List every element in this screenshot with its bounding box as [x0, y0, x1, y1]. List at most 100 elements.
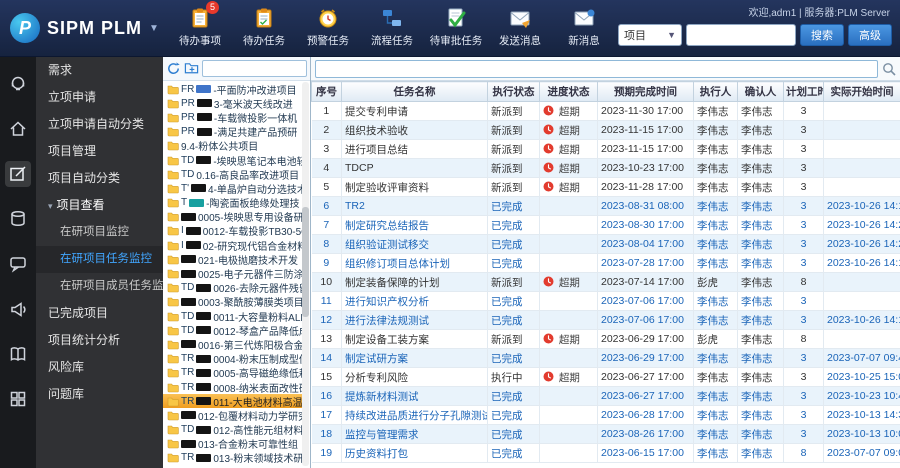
magnifier-icon[interactable] — [882, 62, 896, 76]
chevron-down-icon[interactable]: ▼ — [149, 23, 159, 34]
sidebar-item[interactable]: 项目管理 — [36, 138, 163, 165]
tree-item[interactable]: 013-合金粉末可靠性组 — [163, 437, 302, 451]
sidebar-item[interactable]: 在研项目任务监控 — [36, 246, 163, 273]
table-row[interactable]: 2 组织技术验收 新派到 超期 2023-11-15 17:00 李伟志 李伟志 3 — [311, 120, 900, 140]
table-row[interactable]: 8 组织验证测试移交 已完成 2023-08-04 17:00 李伟志 李伟志 3 2023-… — [311, 234, 900, 254]
tree-item[interactable]: 0003-聚酰胺薄膜类项目 — [163, 295, 302, 309]
sidebar-item[interactable]: 风险库 — [36, 354, 163, 381]
table-row[interactable]: 6 TR2 已完成 2023-08-31 08:00 李伟志 李伟志 3 2023-10-26… — [311, 196, 900, 216]
sidebar-item[interactable]: 立项申请 — [36, 84, 163, 111]
tree-item[interactable]: 9.4-粉体公共项目 — [163, 139, 302, 153]
table-row[interactable]: 17 持续改进品质进行分子孔隙测试 已完成 2023-06-28 17:00 李伟志 李伟… — [311, 405, 900, 425]
search-scope-select[interactable]: 项目 ▼ — [618, 24, 682, 46]
database-icon[interactable] — [5, 206, 31, 232]
sidebar-item[interactable]: 需求 — [36, 57, 163, 84]
tree-item[interactable]: TR 0005-高导磁绝缘低耗材 — [163, 366, 302, 380]
table-row[interactable]: 10 制定装备保障的计划 新派到 超期 2023-07-14 17:00 彭虎 李伟志 8 — [311, 272, 900, 292]
table-row[interactable]: 18 监控与管理需求 已完成 2023-08-26 17:00 李伟志 李伟志 3 2023-… — [311, 424, 900, 444]
table-row[interactable]: 16 提炼新材料测试 已完成 2023-06-27 17:00 李伟志 李伟志 3 2023-… — [311, 386, 900, 406]
toolbar-item-approval-tasks[interactable]: 待审批任务 — [428, 6, 484, 48]
announcement-icon[interactable] — [5, 296, 31, 322]
toolbar-item-send-message[interactable]: 发送消息 — [492, 6, 548, 48]
expand-folder-icon[interactable] — [184, 61, 199, 76]
table-row[interactable]: 15 分析专利风险 执行中 超期 2023-06-27 17:00 李伟志 李伟志 3 202… — [311, 367, 900, 387]
table-row[interactable]: 12 进行法律法规测试 已完成 2023-07-06 17:00 李伟志 李伟志 3 2023… — [311, 310, 900, 330]
table-row[interactable]: 4 TDCP 新派到 超期 2023-10-23 17:00 李伟志 李伟志 3 — [311, 158, 900, 178]
task-search-input[interactable] — [315, 59, 878, 78]
tree-item[interactable]: TR 0008-纳米表面改性研究生 — [163, 380, 302, 394]
refresh-icon[interactable] — [166, 61, 181, 76]
tree-item[interactable]: PR -车载微投影一体机 — [163, 110, 302, 125]
sidebar-item[interactable]: 在研项目监控 — [36, 219, 163, 246]
edit-icon[interactable] — [5, 161, 31, 187]
table-row[interactable]: 11 进行知识产权分析 已完成 2023-07-06 17:00 李伟志 李伟志 3 — [311, 291, 900, 311]
table-row[interactable]: 5 制定验收评审资料 新派到 超期 2023-11-28 17:00 李伟志 李伟志 3 — [311, 177, 900, 197]
sidebar-item[interactable]: ▾ 项目查看 — [36, 192, 163, 219]
tree-item[interactable]: TD 012-高性能元组材料研发 — [163, 423, 302, 437]
home-icon[interactable] — [5, 116, 31, 142]
column-header[interactable]: 进度状态 — [539, 81, 598, 102]
tree-item[interactable]: TR 011-大电池材料高温特性 — [163, 394, 302, 409]
actual-start: 2023-07-07 09:41 — [823, 348, 900, 368]
overdue-label: 超期 — [558, 276, 580, 289]
redaction-block — [189, 198, 205, 207]
redaction-block — [196, 453, 212, 462]
sidebar-item[interactable]: 项目自动分类 — [36, 165, 163, 192]
table-row[interactable]: 13 制定设备工装方案 新派到 超期 2023-06-29 17:00 彭虎 李伟志 8 — [311, 329, 900, 349]
table-row[interactable]: 7 制定研究总结报告 已完成 2023-08-30 17:00 李伟志 李伟志 3 2023-… — [311, 215, 900, 235]
column-header[interactable]: 序号 — [311, 81, 342, 102]
tree-item[interactable]: TD 0026-去除元器件残留物 — [163, 281, 302, 295]
tree-item[interactable]: 0005-埃映思专用设备研 — [163, 210, 302, 224]
table-row[interactable]: 1 提交专利申请 新派到 超期 2023-11-30 17:00 李伟志 李伟志 3 — [311, 101, 900, 121]
sidebar-item[interactable]: 在研项目成员任务监控 — [36, 273, 163, 300]
column-header[interactable]: 实际开始时间 — [823, 81, 900, 102]
column-header[interactable]: 计划工时 — [783, 81, 824, 102]
tree-item[interactable]: PR 3-毫米波天线改进 — [163, 96, 302, 110]
column-header[interactable]: 任务名称 — [341, 81, 488, 102]
tree-item[interactable]: TD 0.16-高良品率改进项目 — [163, 167, 302, 181]
column-header[interactable]: 确认人 — [737, 81, 784, 102]
tree-item[interactable]: T' 4-单晶炉自动分选技术 — [163, 181, 302, 196]
tree-item[interactable]: 012-包覆材料动力学研究 — [163, 408, 302, 423]
chat-icon[interactable] — [5, 251, 31, 277]
tree-item[interactable]: TR 0004-粉末压制成型仿真技 — [163, 352, 302, 366]
tree-item[interactable]: 0025-电子元器件三防涂 — [163, 266, 302, 281]
search-button[interactable]: 搜索 — [800, 24, 844, 46]
exec-status: 已完成 — [487, 234, 540, 254]
support-icon[interactable] — [5, 71, 31, 97]
tree-item[interactable]: TD 0012-琴盒产品降低成本研 — [163, 323, 302, 337]
table-row[interactable]: 19 历史资料打包 已完成 2023-06-15 17:00 李伟志 李伟志 8 2023-0… — [311, 443, 900, 463]
toolbar-item-new-message[interactable]: 新消息 — [556, 6, 612, 48]
table-row[interactable]: 3 进行项目总结 新派到 超期 2023-11-15 17:00 李伟志 李伟志 3 — [311, 139, 900, 159]
table-row[interactable]: 9 组织修订项目总体计划 已完成 2023-07-28 17:00 李伟志 李伟志 3 202… — [311, 253, 900, 273]
tree-item[interactable]: TD -埃映思笔记本电池轻 — [163, 153, 302, 167]
search-input[interactable] — [686, 24, 796, 46]
sidebar-item[interactable]: 问题库 — [36, 381, 163, 408]
table-row[interactable]: 14 制定试研方案 已完成 2023-06-29 17:00 李伟志 李伟志 3 2023-0… — [311, 348, 900, 368]
tree-item[interactable]: TD 0011-大容量粉料ALD包覆 — [163, 309, 302, 323]
column-header[interactable]: 执行人 — [693, 81, 738, 102]
tree-item[interactable]: TR 013-粉末领域技术研究 — [163, 451, 302, 465]
tree-item[interactable]: 021-电极抛磨技术开发 — [163, 252, 302, 266]
sidebar-item[interactable]: 立项申请自动分类 — [36, 111, 163, 138]
tree-item[interactable]: T -陶瓷面板绝缘处理技 — [163, 196, 302, 210]
toolbar-item-todo-items[interactable]: 5 待办事项 — [172, 1, 228, 48]
tree-scrollbar-thumb[interactable] — [302, 207, 309, 317]
tree-filter-input[interactable] — [202, 60, 307, 77]
app-logo[interactable]: P SIPM PLM ▼ — [10, 13, 159, 43]
toolbar-item-todo-tasks[interactable]: 待办任务 — [236, 6, 292, 48]
tree-item[interactable]: FR -平面防冲改进项目 — [163, 82, 302, 96]
grid-icon[interactable] — [5, 386, 31, 412]
sidebar-item[interactable]: 已完成项目 — [36, 300, 163, 327]
tree-item[interactable]: I 0012-车载投影TB30-5G — [163, 224, 302, 238]
tree-item[interactable]: I 02-研究现代铝合金材料 — [163, 238, 302, 252]
toolbar-item-alert-tasks[interactable]: 预警任务 — [300, 6, 356, 48]
sidebar-item[interactable]: 项目统计分析 — [36, 327, 163, 354]
tree-item[interactable]: 0016-第三代炼阳极合金材 — [163, 337, 302, 352]
book-icon[interactable] — [5, 341, 31, 367]
tree-item[interactable]: PR -满足共建产品预研 — [163, 125, 302, 139]
column-header[interactable]: 执行状态 — [487, 81, 540, 102]
advanced-search-button[interactable]: 高级 — [848, 24, 892, 46]
toolbar-item-flow-tasks[interactable]: 流程任务 — [364, 6, 420, 48]
column-header[interactable]: 预期完成时间 — [597, 81, 694, 102]
